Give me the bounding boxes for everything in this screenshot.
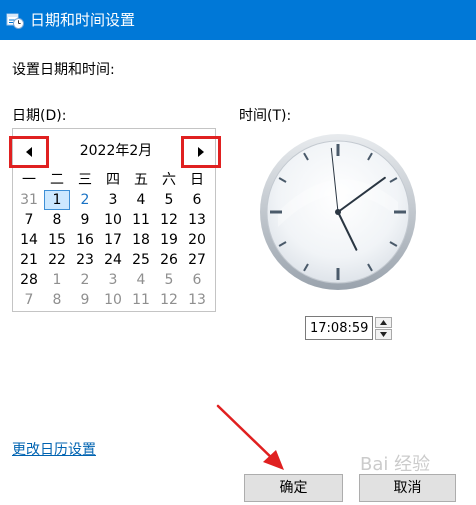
calendar-day[interactable]: 13	[184, 290, 210, 310]
date-time-settings-icon	[6, 13, 24, 29]
calendar-day[interactable]: 1	[44, 270, 70, 290]
calendar-day[interactable]: 4	[128, 270, 154, 290]
calendar-day[interactable]: 5	[156, 190, 182, 210]
month-calendar[interactable]: 2022年2月 一二三四五六日 31 1 2 3 4 5 6 7 8 9 10 11 12 13 14 15 16…	[9, 128, 221, 312]
calendar-day[interactable]: 16	[72, 230, 98, 250]
calendar-day[interactable]: 8	[44, 290, 70, 310]
calendar-day[interactable]: 6	[184, 190, 210, 210]
time-input[interactable]	[305, 316, 373, 340]
weekday-header: 日	[190, 172, 204, 188]
calendar-day[interactable]: 8	[44, 210, 70, 230]
time-decrement-button[interactable]	[375, 329, 392, 340]
calendar-day[interactable]: 13	[184, 210, 210, 230]
ok-button[interactable]: 确定	[244, 474, 343, 502]
calendar-day[interactable]: 24	[100, 250, 126, 270]
calendar-day[interactable]: 11	[128, 210, 154, 230]
calendar-day[interactable]: 3	[100, 270, 126, 290]
calendar-day[interactable]: 5	[156, 270, 182, 290]
calendar-day[interactable]: 27	[184, 250, 210, 270]
calendar-day[interactable]: 7	[16, 210, 42, 230]
calendar-day[interactable]: 2	[72, 270, 98, 290]
month-title[interactable]: 2022年2月	[53, 142, 179, 160]
weekday-header: 二	[50, 172, 64, 188]
calendar-day[interactable]: 12	[156, 290, 182, 310]
calendar-day[interactable]: 22	[44, 250, 70, 270]
calendar-day[interactable]: 11	[128, 290, 154, 310]
time-increment-button[interactable]	[375, 317, 392, 328]
calendar-day[interactable]: 15	[44, 230, 70, 250]
calendar-day[interactable]: 1	[44, 190, 70, 210]
caret-up-icon	[380, 320, 387, 325]
calendar-day[interactable]: 12	[156, 210, 182, 230]
calendar-day[interactable]: 23	[72, 250, 98, 270]
window-title: 日期和时间设置	[30, 11, 136, 29]
title-bar: 日期和时间设置	[0, 0, 476, 40]
weekday-header: 一	[22, 172, 36, 188]
weekday-header: 六	[162, 172, 176, 188]
calendar-day[interactable]: 3	[100, 190, 126, 210]
time-spinner[interactable]	[305, 316, 393, 340]
calendar-day[interactable]: 6	[184, 270, 210, 290]
calendar-day[interactable]: 9	[72, 290, 98, 310]
clock-center	[335, 209, 341, 215]
previous-month-button[interactable]	[9, 136, 49, 168]
date-label: 日期(D):	[12, 108, 67, 124]
calendar-day[interactable]: 28	[16, 270, 42, 290]
triangle-left-icon	[26, 147, 32, 157]
calendar-day[interactable]: 26	[156, 250, 182, 270]
calendar-day[interactable]: 17	[100, 230, 126, 250]
watermark: Bai 经验	[360, 454, 431, 475]
calendar-day[interactable]: 18	[128, 230, 154, 250]
calendar-day[interactable]: 21	[16, 250, 42, 270]
next-month-button[interactable]	[181, 136, 221, 168]
analog-clock	[260, 134, 416, 290]
calendar-day[interactable]: 31	[16, 190, 42, 210]
weekday-header: 五	[134, 172, 148, 188]
time-label: 时间(T):	[239, 108, 292, 124]
calendar-day[interactable]: 9	[72, 210, 98, 230]
calendar-day[interactable]: 20	[184, 230, 210, 250]
triangle-right-icon	[198, 147, 204, 157]
caret-down-icon	[380, 332, 387, 337]
calendar-day[interactable]: 14	[16, 230, 42, 250]
calendar-day[interactable]: 7	[16, 290, 42, 310]
calendar-day[interactable]: 2	[72, 190, 98, 210]
weekday-header: 四	[106, 172, 120, 188]
weekday-header: 三	[78, 172, 92, 188]
change-calendar-settings-link[interactable]: 更改日历设置	[12, 441, 96, 459]
page-heading: 设置日期和时间:	[12, 62, 115, 78]
calendar-day[interactable]: 10	[100, 290, 126, 310]
calendar-day[interactable]: 19	[156, 230, 182, 250]
calendar-day[interactable]: 25	[128, 250, 154, 270]
calendar-day[interactable]: 10	[100, 210, 126, 230]
calendar-day[interactable]: 4	[128, 190, 154, 210]
cancel-button[interactable]: 取消	[359, 474, 456, 502]
